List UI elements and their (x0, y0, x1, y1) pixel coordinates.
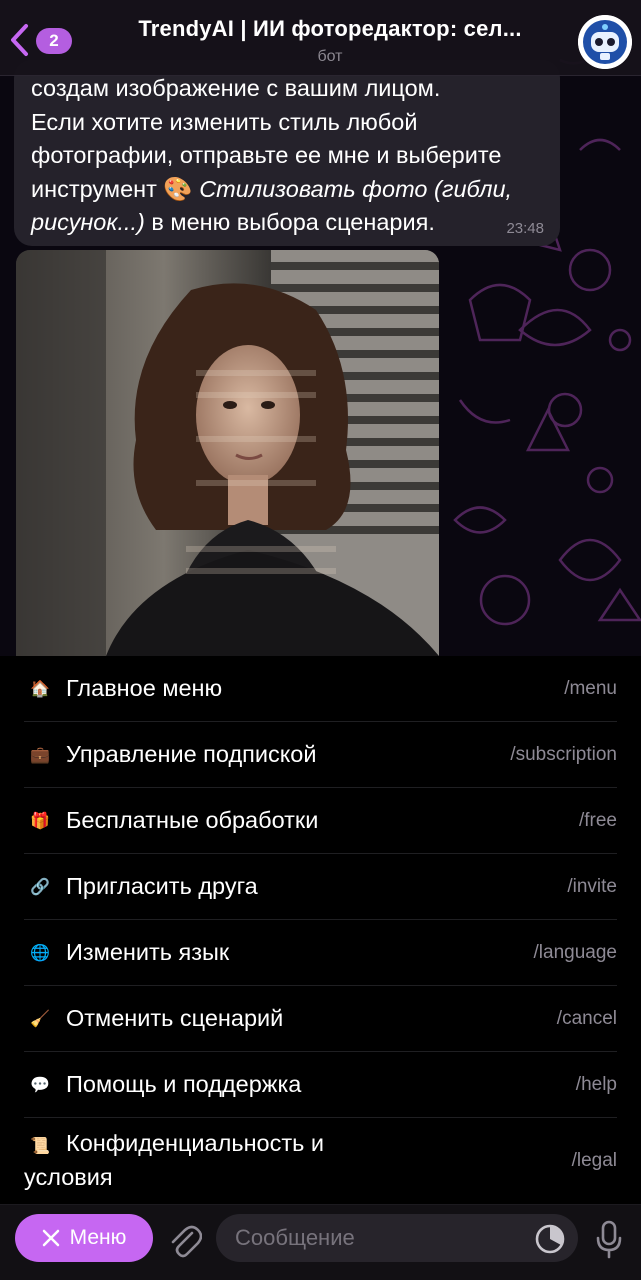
message-text-part: в меню выбора сценария. (144, 209, 435, 235)
command-label: условия (24, 1164, 113, 1190)
tool-name: рисунок...) (31, 209, 145, 235)
chat-title-area[interactable]: TrendyAI | ИИ фоторедактор: сел... бот (95, 16, 565, 66)
link-icon: 🔗 (30, 879, 50, 896)
command-label: Конфиденциальность и (66, 1130, 325, 1156)
command-label: Бесплатные обработки (66, 807, 319, 833)
command-name: /invite (567, 876, 617, 897)
command-name: /cancel (556, 1008, 617, 1029)
command-name: /legal (571, 1150, 617, 1171)
portrait-image (16, 250, 439, 656)
command-name: /subscription (510, 744, 617, 765)
chat-header: 2 TrendyAI | ИИ фоторедактор: сел... бот (0, 0, 641, 76)
portrait-photo[interactable] (16, 250, 439, 656)
message-input[interactable] (216, 1214, 578, 1262)
menu-button[interactable]: Меню (15, 1214, 153, 1262)
timer-icon[interactable] (534, 1223, 566, 1255)
speech-bubble-icon: 💬 (30, 1077, 50, 1094)
command-label: Отменить сценарий (66, 1005, 284, 1031)
paperclip-icon[interactable] (166, 1219, 202, 1259)
bot-message-bubble[interactable]: создам изображение с вашим лицом. Если х… (14, 60, 560, 246)
command-label: Пригласить друга (66, 873, 258, 899)
scroll-icon: 📜 (30, 1138, 50, 1155)
menu-button-label: Меню (69, 1226, 127, 1249)
command-name: /language (533, 942, 617, 963)
broom-icon: 🧹 (30, 1011, 50, 1028)
command-item-legal[interactable]: 📜 Конфиденциальность и условия /legal (24, 1118, 617, 1204)
palette-icon: 🎨 (163, 175, 193, 202)
robot-avatar-icon (578, 15, 632, 69)
message-text-part: инструмент (31, 175, 164, 202)
back-button[interactable]: 2 (8, 20, 72, 60)
command-name: /free (578, 810, 617, 831)
message-time: 23:48 (506, 220, 544, 237)
bot-command-menu: 🏠 Главное меню /menu 💼 Управление подпис… (0, 656, 641, 1204)
message-input-bar: Меню (0, 1204, 641, 1280)
bot-avatar[interactable] (578, 15, 632, 69)
house-icon: 🏠 (30, 681, 50, 698)
message-line: Если хотите изменить стиль любой (31, 108, 418, 135)
command-item-free[interactable]: 🎁 Бесплатные обработки /free (24, 788, 617, 854)
close-icon (42, 1229, 59, 1247)
message-text: создам изображение с вашим лицом. Если х… (31, 72, 544, 240)
command-name: /help (575, 1074, 617, 1095)
command-label: Главное меню (66, 675, 223, 701)
command-item-cancel[interactable]: 🧹 Отменить сценарий /cancel (24, 986, 617, 1052)
command-item-subscription[interactable]: 💼 Управление подпиской /subscription (24, 722, 617, 788)
command-item-menu[interactable]: 🏠 Главное меню /menu (24, 656, 617, 722)
command-item-language[interactable]: 🌐 Изменить язык /language (24, 920, 617, 986)
message-line: фотографии, отправьте ее мне и выберите (31, 142, 502, 168)
message-line: инструмент 🎨 Стилизовать фото (гибли, (31, 173, 544, 207)
command-item-help[interactable]: 💬 Помощь и поддержка /help (24, 1052, 617, 1118)
command-label: Управление подпиской (66, 741, 317, 767)
command-label: Изменить язык (66, 939, 230, 965)
chat-subtitle: бот (317, 48, 343, 65)
gift-icon: 🎁 (30, 813, 50, 830)
command-item-invite[interactable]: 🔗 Пригласить друга /invite (24, 854, 617, 920)
command-label: Помощь и поддержка (66, 1071, 302, 1097)
tool-name: Стилизовать фото (гибли, (192, 175, 513, 202)
command-name: /menu (564, 678, 617, 699)
microphone-icon[interactable] (594, 1219, 624, 1259)
message-line: создам изображение с вашим лицом. (31, 75, 441, 101)
chat-title: TrendyAI | ИИ фоторедактор: сел... (138, 16, 522, 41)
message-line: рисунок...) в меню выбора сценария. (31, 206, 544, 240)
globe-icon: 🌐 (30, 945, 50, 962)
unread-badge: 2 (36, 28, 72, 54)
briefcase-icon: 💼 (30, 747, 50, 764)
chevron-left-icon (11, 24, 28, 56)
